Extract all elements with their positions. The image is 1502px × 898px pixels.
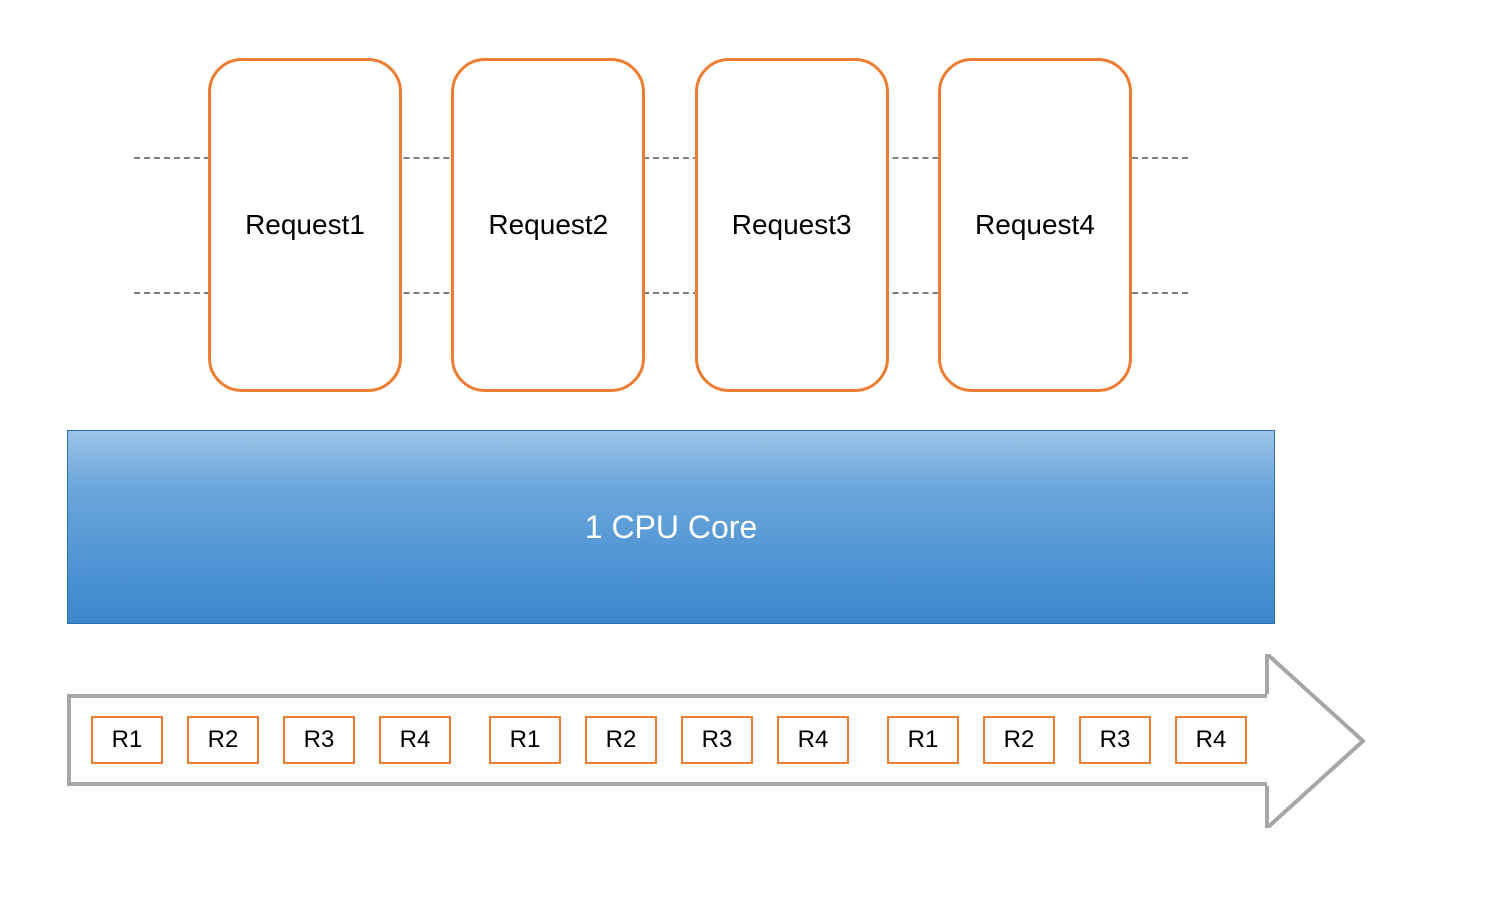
request-box-3: Request3 [695, 58, 889, 392]
timeline-slice: R3 [681, 716, 753, 764]
request-box-1: Request1 [208, 58, 402, 392]
diagram-canvas: Request1 Request2 Request3 Request4 1 CP… [0, 0, 1502, 898]
timeline-gap [849, 740, 887, 741]
timeline-slice: R3 [283, 716, 355, 764]
timeline-group-3: R1 R2 R3 R4 [887, 716, 1247, 764]
timeline-slice: R1 [887, 716, 959, 764]
request-box-2: Request2 [451, 58, 645, 392]
cpu-bar: 1 CPU Core [67, 430, 1275, 624]
request-label-3: Request3 [732, 209, 852, 241]
timeline-arrow: R1 R2 R3 R4 R1 R2 R3 R4 R1 R2 R3 R4 [67, 654, 1367, 828]
request-row: Request1 Request2 Request3 Request4 [208, 58, 1132, 392]
request-label-2: Request2 [488, 209, 608, 241]
timeline-slice: R4 [777, 716, 849, 764]
timeline-slice: R4 [379, 716, 451, 764]
timeline-slice: R4 [1175, 716, 1247, 764]
timeline-gap [451, 740, 489, 741]
cpu-label: 1 CPU Core [585, 509, 758, 546]
timeline-slice: R3 [1079, 716, 1151, 764]
request-box-4: Request4 [938, 58, 1132, 392]
timeline-group-1: R1 R2 R3 R4 [91, 716, 451, 764]
request-label-4: Request4 [975, 209, 1095, 241]
timeline-slice: R1 [91, 716, 163, 764]
timeline-slice: R2 [585, 716, 657, 764]
timeline-slice: R2 [983, 716, 1055, 764]
request-label-1: Request1 [245, 209, 365, 241]
timeline-slice: R1 [489, 716, 561, 764]
timeline-group-2: R1 R2 R3 R4 [489, 716, 849, 764]
timeline-shaft: R1 R2 R3 R4 R1 R2 R3 R4 R1 R2 R3 R4 [67, 694, 1267, 786]
timeline-slice: R2 [187, 716, 259, 764]
